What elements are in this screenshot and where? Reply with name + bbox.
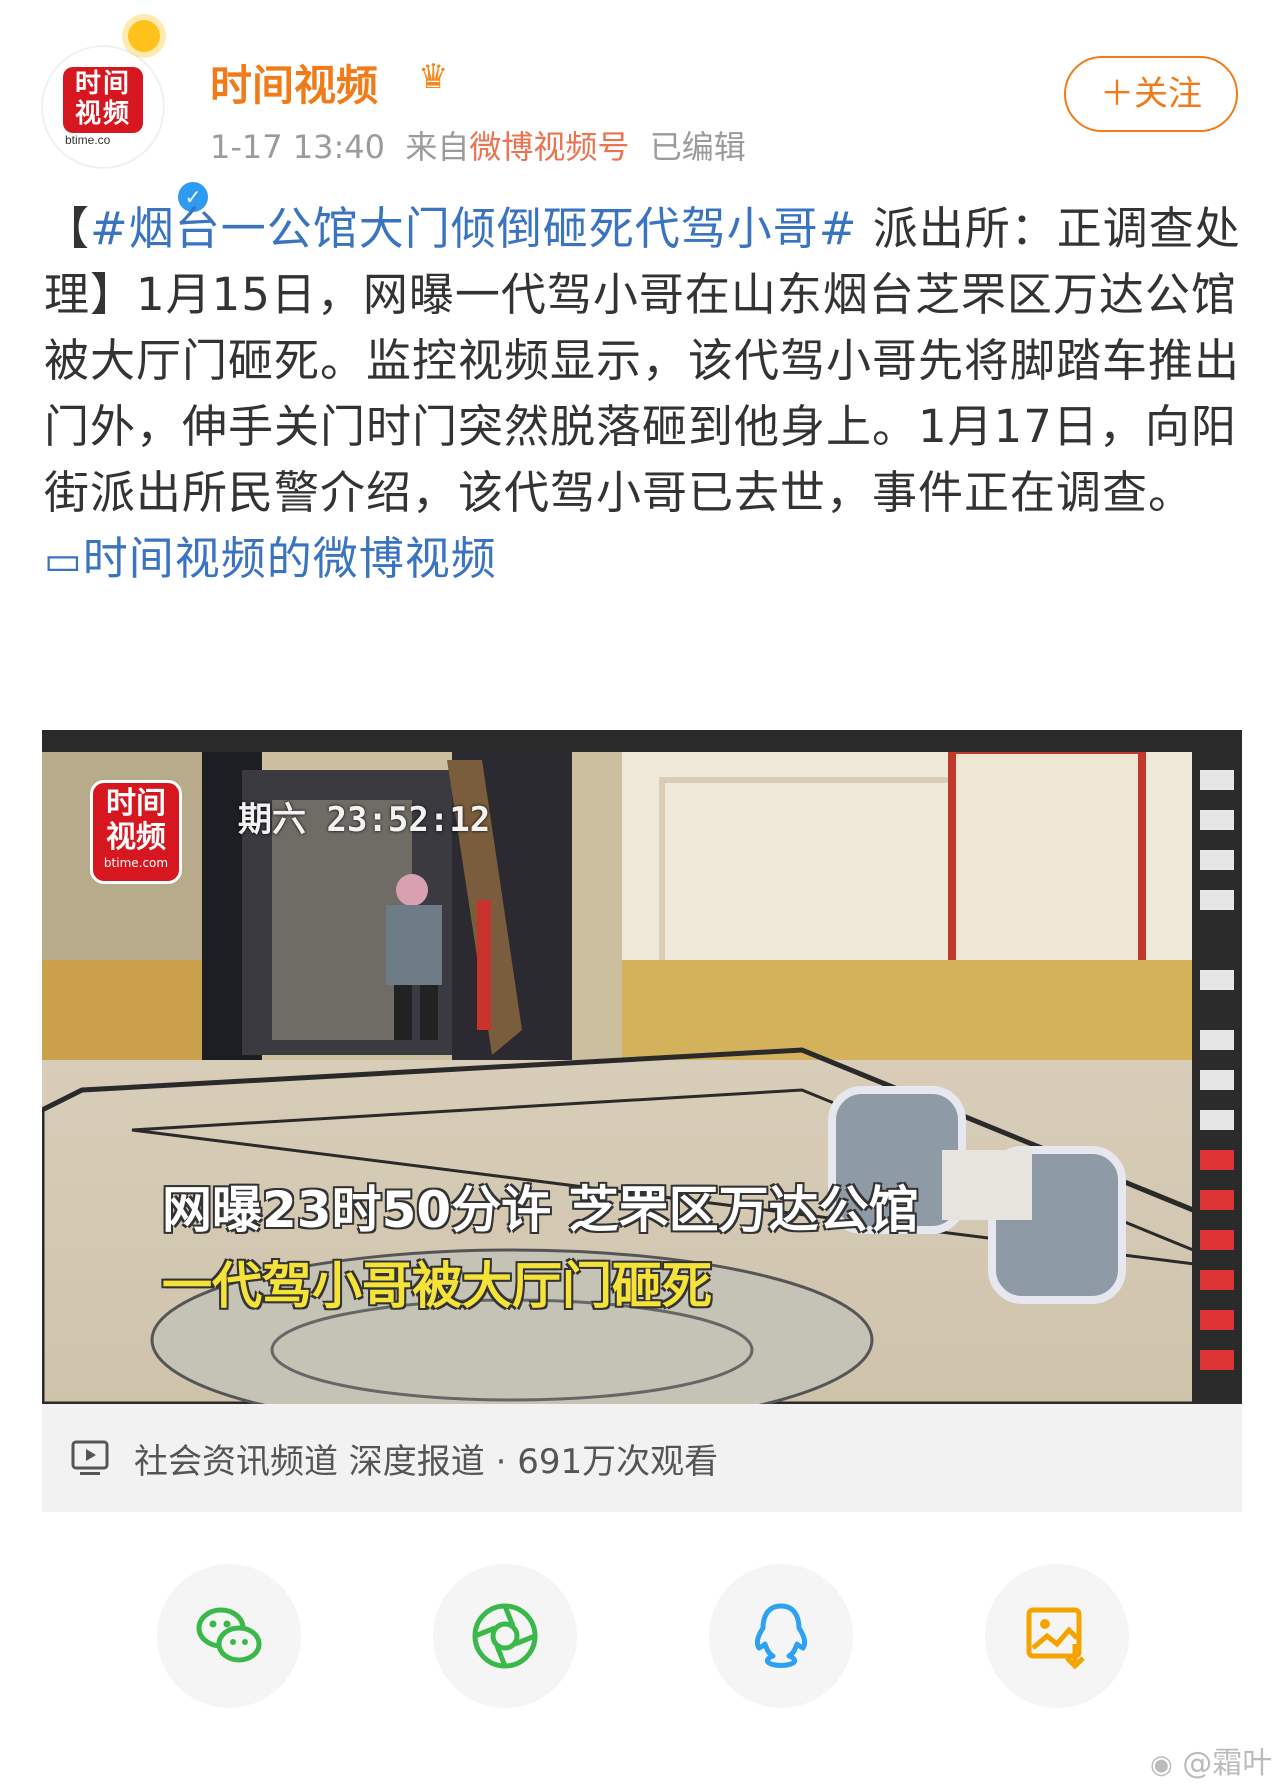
video-caption-line1: 网曝23时50分许 芝罘区万达公馆: [162, 1181, 919, 1239]
share-wechat-button[interactable]: [157, 1564, 301, 1708]
account-name[interactable]: 时间视频: [210, 52, 378, 113]
sun-badge-icon: [128, 20, 160, 52]
share-qq-button[interactable]: [709, 1564, 853, 1708]
weibo-logo-icon: ◉: [1150, 1750, 1173, 1780]
video-caption-line2: 一代驾小哥被大厅门砸死: [162, 1257, 712, 1315]
save-image-button[interactable]: [985, 1564, 1129, 1708]
qq-icon: [754, 1603, 808, 1668]
video-channel-icon: [71, 1440, 109, 1475]
save-image-icon: [1026, 1607, 1085, 1670]
footer-watermark-text: @霜叶: [1182, 1746, 1273, 1781]
post-meta: 1-17 13:40 来自微博视频号 已编辑: [210, 122, 746, 168]
video-info-text: 社会资讯频道 深度报道 · 691万次观看: [134, 1442, 719, 1482]
crown-icon: ♛: [418, 57, 449, 97]
video-player[interactable]: 时间 视频 btime.com 期六 23:52:12 网曝23时50分许 芝罘…: [42, 730, 1242, 1404]
moments-icon: [472, 1603, 538, 1669]
footer-watermark: ◉ @霜叶: [1150, 1738, 1272, 1782]
video-link-icon: ▭: [44, 538, 83, 584]
bracket-open: 【: [44, 202, 91, 255]
edited-label: 已编辑: [649, 128, 746, 166]
avatar[interactable]: 时间 视频 btime.co ✓: [42, 46, 211, 215]
hashtag-link[interactable]: #烟台一公馆大门倾倒砸死代驾小哥#: [90, 202, 857, 255]
post-date: 1-17 13:40: [210, 128, 386, 166]
watermark-line1: 时间: [106, 786, 166, 821]
post-header: 时间 视频 btime.co ✓ 时间视频 ♛ 1-17 13:40 来自微博视…: [0, 0, 1284, 215]
avatar-logo: 时间 视频: [63, 67, 143, 133]
post-source[interactable]: 微博视频号: [469, 128, 629, 166]
wechat-icon: [196, 1607, 262, 1663]
video-watermark-logo: 时间 视频 btime.com: [90, 780, 182, 884]
share-row: [0, 1564, 1284, 1714]
video-link-label: 时间视频的微博视频: [82, 532, 497, 585]
avatar-logo-line2: 视频: [74, 99, 131, 129]
avatar-domain: btime.co: [65, 133, 111, 147]
share-moments-button[interactable]: [433, 1564, 577, 1708]
video-link[interactable]: ▭时间视频的微博视频: [44, 532, 497, 585]
avatar-logo-line1: 时间: [74, 69, 131, 99]
watermark-line2: 视频: [106, 820, 166, 855]
video-info-bar[interactable]: 社会资讯频道 深度报道 · 691万次观看: [42, 1404, 1242, 1512]
from-label: 来自: [405, 128, 470, 166]
cctv-timestamp: 期六 23:52:12: [238, 800, 491, 840]
post-text: 【#烟台一公馆大门倾倒砸死代驾小哥# 派出所：正调查处理】1月15日，网曝一代驾…: [44, 196, 1244, 594]
follow-button[interactable]: ＋关注: [1064, 56, 1238, 132]
watermark-domain: btime.com: [103, 856, 169, 870]
